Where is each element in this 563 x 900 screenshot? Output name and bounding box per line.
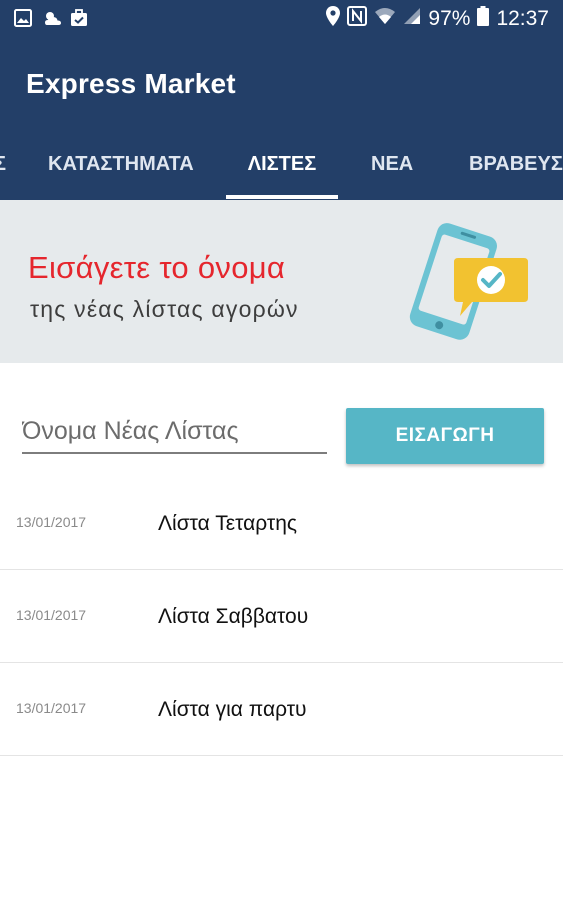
banner-headline: Εισάγετε το όνομα bbox=[28, 250, 286, 285]
image-icon bbox=[14, 9, 32, 27]
phone-checkmark-icon bbox=[400, 218, 540, 348]
list-item-date: 13/01/2017 bbox=[16, 700, 87, 716]
list-item-date: 13/01/2017 bbox=[16, 514, 87, 530]
nfc-icon bbox=[347, 6, 368, 32]
battery-icon bbox=[477, 6, 490, 32]
tab-partial-left[interactable]: Σ bbox=[0, 128, 6, 200]
status-bar-system: 97% 12:37 bbox=[326, 6, 549, 32]
tab-stores[interactable]: ΚΑΤΑΣΤΗΜΑΤΑ bbox=[48, 128, 194, 200]
tab-awards[interactable]: ΒΡΑΒΕΥΣ bbox=[469, 128, 563, 200]
battery-level: 97% bbox=[428, 7, 471, 30]
tab-bar: Σ ΚΑΤΑΣΤΗΜΑΤΑ ΛΙΣΤΕΣ ΝΕΑ ΒΡΑΒΕΥΣ bbox=[0, 128, 563, 200]
list-item[interactable]: 13/01/2017 Λίστα Τεταρτης bbox=[0, 477, 563, 570]
tab-news[interactable]: ΝΕΑ bbox=[371, 128, 413, 200]
shopping-lists: 13/01/2017 Λίστα Τεταρτης 13/01/2017 Λίσ… bbox=[0, 477, 563, 756]
list-item[interactable]: 13/01/2017 Λίστα Σαββατου bbox=[0, 570, 563, 663]
list-item-name: Λίστα για παρτυ bbox=[158, 698, 307, 721]
active-tab-indicator bbox=[226, 195, 338, 199]
location-icon bbox=[326, 6, 341, 32]
new-list-name-input[interactable] bbox=[22, 410, 327, 454]
app-title: Express Market bbox=[26, 68, 236, 99]
list-item-name: Λίστα Σαββατου bbox=[158, 605, 309, 628]
status-bar: 97% 12:37 bbox=[0, 0, 563, 38]
app-bar: Express Market bbox=[0, 38, 563, 128]
add-list-button[interactable]: ΕΙΣΑΓΩΓΗ bbox=[346, 408, 544, 464]
list-item-name: Λίστα Τεταρτης bbox=[158, 512, 298, 535]
banner-subline: της νέας λίστας αγορών bbox=[30, 296, 299, 322]
list-item[interactable]: 13/01/2017 Λίστα για παρτυ bbox=[0, 663, 563, 756]
list-item-date: 13/01/2017 bbox=[16, 607, 87, 623]
promo-banner: Εισάγετε το όνομα της νέας λίστας αγορών bbox=[0, 200, 563, 363]
clock: 12:37 bbox=[496, 7, 549, 30]
briefcase-icon bbox=[70, 9, 88, 27]
weather-icon bbox=[42, 9, 61, 27]
signal-icon bbox=[403, 7, 421, 31]
wifi-icon bbox=[374, 7, 396, 31]
tab-lists[interactable]: ΛΙΣΤΕΣ bbox=[226, 128, 338, 200]
status-bar-notifications bbox=[14, 9, 88, 27]
